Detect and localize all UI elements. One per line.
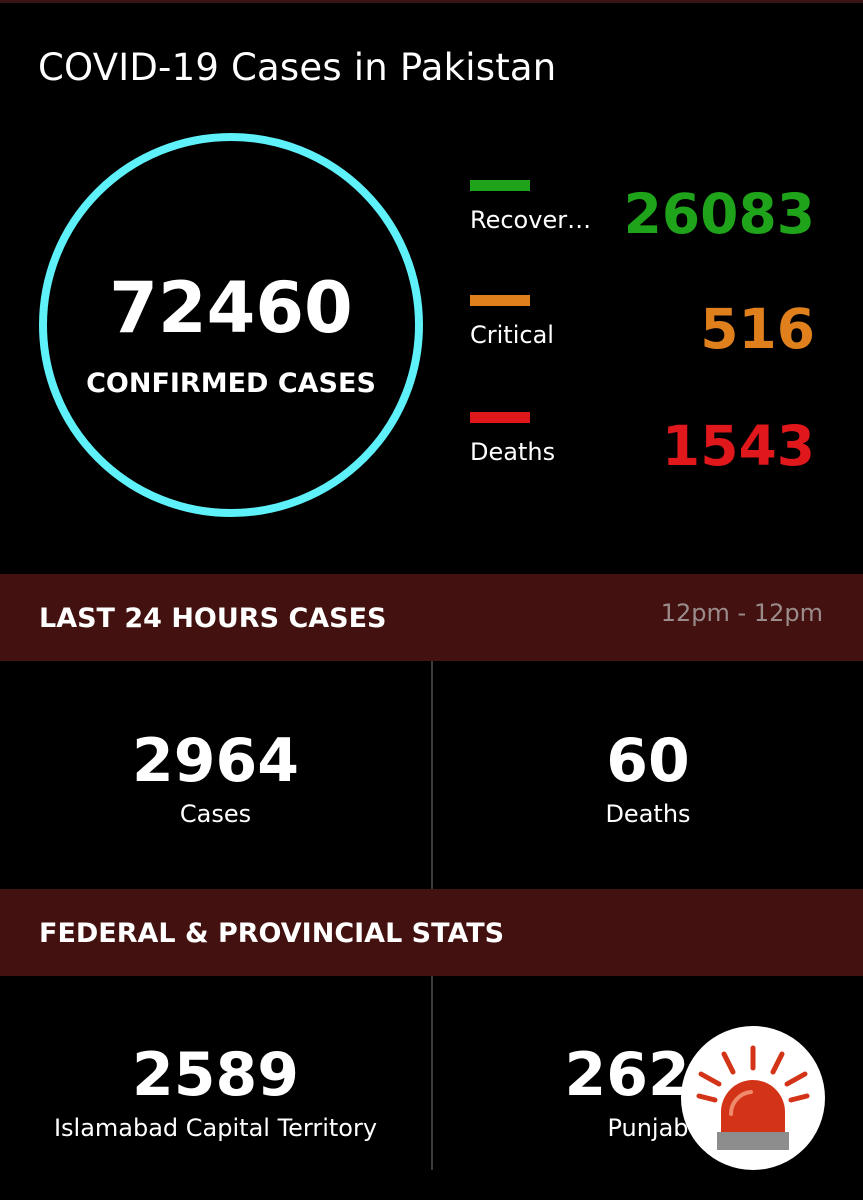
recovered-color-bar	[470, 180, 530, 191]
last-24-deaths: 60 Deaths	[433, 728, 863, 828]
stat-recovered: Recover… 26083	[470, 180, 815, 270]
confirmed-cases-label: CONFIRMED CASES	[86, 368, 376, 399]
stat-deaths: Deaths 1543	[470, 412, 815, 502]
deaths-color-bar	[470, 412, 530, 423]
time-range: 12pm - 12pm	[660, 599, 823, 627]
region-islamabad-label: Islamabad Capital Territory	[53, 1114, 378, 1142]
critical-value: 516	[700, 297, 815, 361]
siren-icon	[696, 1045, 810, 1150]
last-24-cases-label: Cases	[179, 800, 252, 828]
last-24-hours-title: LAST 24 HOURS CASES	[39, 603, 387, 634]
last-24-cases-value: 2964	[132, 726, 299, 796]
recovered-label: Recover…	[470, 206, 592, 234]
alert-button[interactable]	[681, 1026, 825, 1170]
stat-critical: Critical 516	[470, 295, 815, 385]
confirmed-cases-ring: 72460 CONFIRMED CASES	[39, 133, 423, 517]
confirmed-cases-value: 72460	[109, 267, 353, 349]
deaths-label: Deaths	[470, 438, 556, 466]
region-islamabad-value: 2589	[132, 1040, 299, 1110]
region-islamabad: 2589 Islamabad Capital Territory	[0, 1042, 431, 1142]
last-24-hours-header: LAST 24 HOURS CASES 12pm - 12pm	[0, 574, 863, 661]
last-24-deaths-value: 60	[606, 726, 690, 796]
federal-provincial-header: FEDERAL & PROVINCIAL STATS	[0, 889, 863, 976]
page-title: COVID-19 Cases in Pakistan	[38, 46, 557, 89]
critical-color-bar	[470, 295, 530, 306]
top-border	[0, 0, 863, 3]
recovered-value: 26083	[623, 182, 815, 246]
federal-provincial-title: FEDERAL & PROVINCIAL STATS	[39, 918, 505, 949]
deaths-value: 1543	[661, 414, 815, 478]
last-24-deaths-label: Deaths	[605, 800, 691, 828]
last-24-cases: 2964 Cases	[0, 728, 431, 828]
critical-label: Critical	[470, 321, 554, 349]
